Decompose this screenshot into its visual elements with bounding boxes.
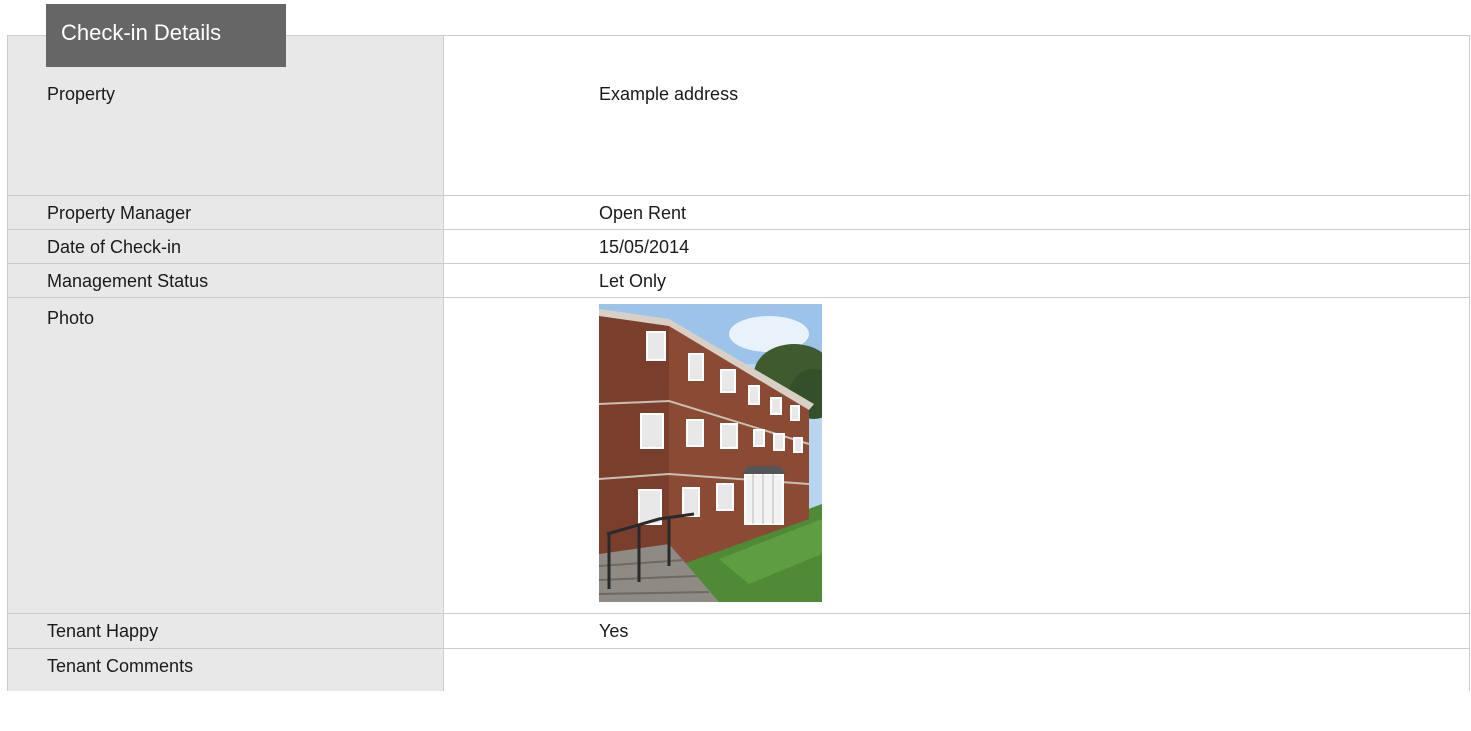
photo-label: Photo bbox=[8, 298, 444, 613]
check-in-details-table: Property Example address Property Manage… bbox=[7, 35, 1470, 691]
row-photo: Photo bbox=[8, 298, 1469, 614]
photo-cell bbox=[444, 298, 1469, 613]
row-tenant-comments: Tenant Comments bbox=[8, 649, 1469, 691]
date-of-check-in-label: Date of Check-in bbox=[8, 230, 444, 263]
row-management-status: Management Status Let Only bbox=[8, 264, 1469, 298]
row-property-manager: Property Manager Open Rent bbox=[8, 196, 1469, 230]
tenant-happy-value: Yes bbox=[444, 614, 1469, 648]
tenant-comments-value bbox=[444, 649, 1469, 691]
row-date-of-check-in: Date of Check-in 15/05/2014 bbox=[8, 230, 1469, 264]
tenant-happy-label: Tenant Happy bbox=[8, 614, 444, 648]
management-status-value: Let Only bbox=[444, 264, 1469, 297]
tenant-comments-label: Tenant Comments bbox=[8, 649, 444, 691]
section-title-tab: Check-in Details bbox=[46, 4, 286, 67]
management-status-label: Management Status bbox=[8, 264, 444, 297]
date-of-check-in-value: 15/05/2014 bbox=[444, 230, 1469, 263]
property-manager-label: Property Manager bbox=[8, 196, 444, 229]
property-photo[interactable] bbox=[599, 304, 822, 602]
section-title: Check-in Details bbox=[61, 20, 222, 45]
property-value: Example address bbox=[444, 36, 1469, 195]
property-manager-value: Open Rent bbox=[444, 196, 1469, 229]
row-tenant-happy: Tenant Happy Yes bbox=[8, 614, 1469, 649]
